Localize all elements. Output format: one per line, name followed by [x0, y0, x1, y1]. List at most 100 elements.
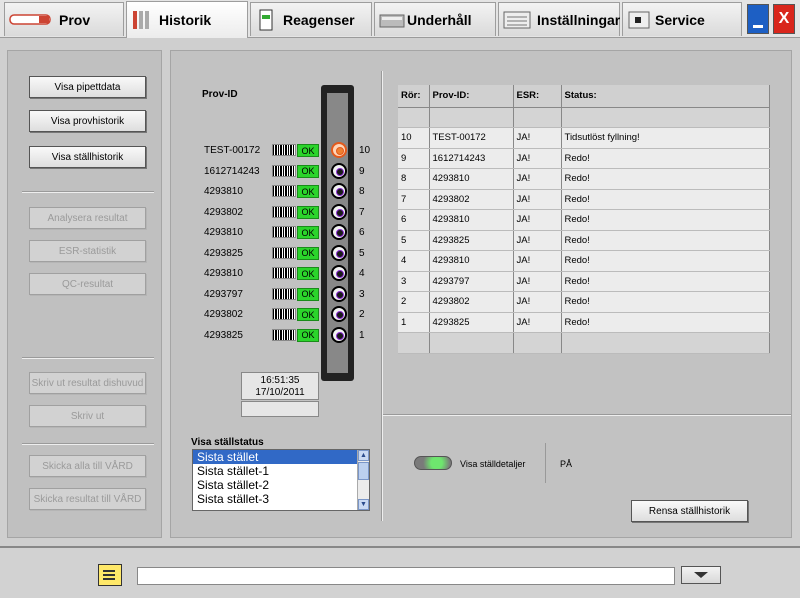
panel-divider	[383, 414, 791, 416]
rack-time: 16:51:35	[260, 375, 300, 386]
tube-slot-icon[interactable]	[331, 326, 347, 343]
print-button[interactable]: Skriv ut	[29, 405, 146, 427]
tube-slot-icon[interactable]	[331, 306, 347, 322]
tab-historik[interactable]: Historik	[126, 1, 248, 38]
table-cell: Redo!	[561, 209, 770, 231]
scroll-down-icon[interactable]: ▼	[358, 499, 369, 510]
qc-results-button[interactable]: QC-resultat	[29, 273, 146, 295]
scroll-up-icon[interactable]: ▲	[358, 450, 369, 461]
table-row[interactable]: 3 4293797 JA! Redo!	[398, 271, 770, 292]
tab-label: Historik	[159, 12, 212, 28]
position-number: 10	[359, 145, 371, 156]
panel-divider	[381, 71, 383, 521]
clear-rack-history-button[interactable]: Rensa ställhistorik	[631, 500, 748, 522]
tube-slot-icon[interactable]	[331, 142, 347, 158]
info-box	[241, 401, 319, 417]
close-button[interactable]: X	[773, 4, 795, 34]
tube-slot-icon[interactable]	[331, 265, 347, 281]
table-cell: JA!	[513, 127, 562, 149]
table-row[interactable]: 10 TEST-00172 JA! Tidsutlöst fyllning!	[398, 127, 770, 149]
tab-label: Underhåll	[407, 11, 472, 28]
list-item[interactable]: Sista stället	[193, 450, 369, 464]
table-row[interactable]: 9 1612714243 JA! Redo!	[398, 148, 770, 169]
table-cell: Redo!	[561, 291, 770, 313]
tube-slot-icon[interactable]	[331, 224, 347, 240]
sample-id: 1612714243	[204, 165, 260, 177]
status-badge: OK	[297, 144, 319, 157]
barcode-icon	[272, 205, 296, 218]
barcode-icon	[272, 226, 296, 238]
rack-position-row: TEST-00172 OK 10	[171, 140, 381, 160]
tab-reagenser[interactable]: Reagenser	[250, 2, 372, 36]
barcode-icon	[272, 144, 296, 156]
status-badge: OK	[297, 164, 319, 178]
list-item[interactable]: Sista stället-3	[193, 492, 369, 506]
table-cell: 4293797	[429, 271, 514, 292]
table-cell: Redo!	[561, 250, 770, 272]
table-row[interactable]: 6 4293810 JA! Redo!	[398, 209, 770, 231]
tube-slot-icon[interactable]	[331, 183, 347, 199]
barcode-icon	[272, 185, 296, 197]
tab-underhall[interactable]: Underhåll	[374, 2, 496, 36]
chevron-down-icon[interactable]	[681, 566, 721, 584]
table-cell: 4	[398, 250, 430, 272]
list-scrollbar[interactable]: ▲ ▼	[357, 450, 369, 510]
tab-prov[interactable]: Prov	[4, 2, 124, 36]
tab-label: Prov	[59, 11, 91, 28]
rack-position-row: 4293797 OK 3	[171, 284, 381, 304]
show-sample-history-button[interactable]: Visa provhistorik	[29, 110, 146, 132]
table-row[interactable]	[398, 332, 770, 354]
analyze-results-button[interactable]: Analysera resultat	[29, 207, 146, 229]
notes-icon[interactable]	[98, 564, 122, 586]
tab-installningar[interactable]: Inställningar	[498, 2, 620, 36]
table-cell: Redo!	[561, 230, 770, 251]
rack-details-label: Visa ställdetaljer	[460, 459, 526, 469]
sample-id: 4293825	[204, 247, 243, 259]
show-pipette-data-button[interactable]: Visa pipettdata	[29, 76, 146, 98]
table-cell: JA!	[513, 148, 562, 169]
tube-slot-icon[interactable]	[331, 162, 347, 179]
show-rack-history-button[interactable]: Visa ställhistorik	[29, 146, 146, 168]
send-all-to-care-button[interactable]: Skicka alla till VÅRD	[29, 455, 146, 477]
table-cell: 7	[398, 189, 430, 210]
minimize-button[interactable]	[747, 4, 769, 34]
rack-details-toggle[interactable]	[414, 456, 452, 470]
table-row[interactable]	[398, 107, 770, 128]
status-badge: OK	[297, 226, 319, 239]
table-row[interactable]: 2 4293802 JA! Redo!	[398, 291, 770, 313]
rack-position-row: 1612714243 OK 9	[171, 161, 381, 181]
print-results-header-button[interactable]: Skriv ut resultat dishuvud	[29, 372, 146, 394]
table-row[interactable]: 5 4293825 JA! Redo!	[398, 230, 770, 251]
sample-id: 4293810	[204, 227, 243, 238]
table-cell: JA!	[513, 168, 562, 190]
tube-slot-icon[interactable]	[331, 244, 347, 261]
esr-statistics-button[interactable]: ESR-statistik	[29, 240, 146, 262]
table-cell: JA!	[513, 230, 562, 251]
table-cell: JA!	[513, 291, 562, 313]
table-row[interactable]: 4 4293810 JA! Redo!	[398, 250, 770, 272]
list-item[interactable]: Sista stället-2	[193, 478, 369, 492]
rack-status-list[interactable]: Sista stället Sista stället-1 Sista stäl…	[192, 449, 370, 511]
list-item[interactable]: Sista stället-1	[193, 464, 369, 478]
timestamp-box: 16:51:35 17/10/2011	[241, 372, 319, 400]
status-badge: OK	[297, 267, 319, 280]
send-results-to-care-button[interactable]: Skicka resultat till VÅRD	[29, 488, 146, 510]
table-cell	[561, 107, 770, 128]
message-field[interactable]	[137, 567, 675, 585]
table-row[interactable]: 8 4293810 JA! Redo!	[398, 168, 770, 190]
table-cell: 8	[398, 168, 430, 190]
scroll-thumb[interactable]	[358, 462, 369, 480]
table-cell: JA!	[513, 209, 562, 231]
table-row[interactable]: 7 4293802 JA! Redo!	[398, 189, 770, 210]
tab-service[interactable]: Service	[622, 2, 742, 36]
table-row[interactable]: 1 4293825 JA! Redo!	[398, 312, 770, 333]
position-number: 5	[359, 247, 365, 259]
rack-position-row: 4293825 OK 1	[171, 325, 381, 345]
tube-slot-icon[interactable]	[331, 203, 347, 220]
tube-slot-icon[interactable]	[331, 285, 347, 302]
table-cell: 5	[398, 230, 430, 251]
sidebar-divider	[22, 191, 154, 193]
reagents-icon	[255, 9, 279, 31]
rack-position-row: 4293802 OK 7	[171, 202, 381, 222]
column-header: ESR:	[513, 85, 562, 108]
